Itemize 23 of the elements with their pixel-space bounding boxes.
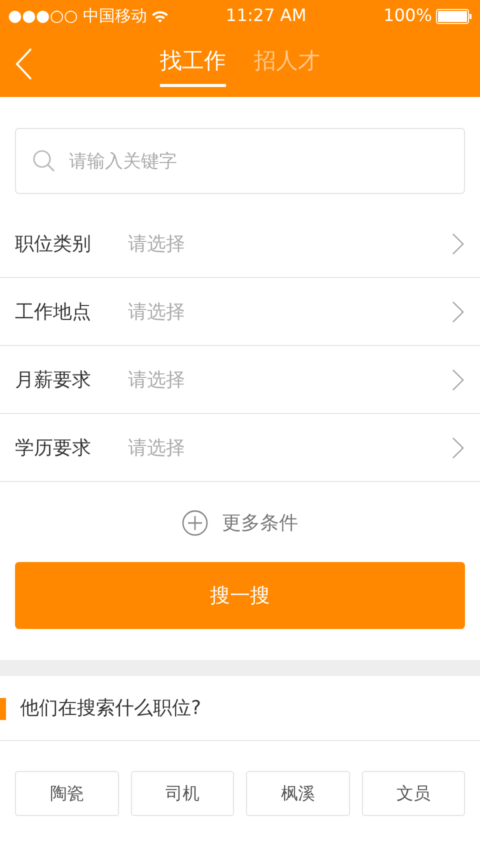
battery-icon bbox=[436, 8, 472, 24]
back-icon[interactable] bbox=[15, 48, 33, 80]
filter-row[interactable]: 职位类别 请选择 bbox=[0, 210, 480, 278]
chevron-icon bbox=[452, 300, 464, 322]
tag-button[interactable]: 枫溪 bbox=[246, 771, 350, 816]
tag-button[interactable]: 司机 bbox=[130, 771, 234, 816]
filter-row[interactable]: 月薪要求 请选择 bbox=[0, 346, 480, 414]
battery-text: 100% bbox=[383, 6, 432, 26]
wifi-icon bbox=[150, 10, 169, 22]
chevron-icon bbox=[452, 436, 464, 458]
plus-circle-icon bbox=[182, 510, 208, 536]
filter-row[interactable]: 工作地点 请选择 bbox=[0, 278, 480, 346]
search-field[interactable]: 请输入关键字 bbox=[15, 128, 465, 194]
carrier-text: ●●●○○ 中国移动 bbox=[8, 6, 147, 26]
tag-button[interactable]: 陶瓷 bbox=[15, 771, 118, 816]
tag-button[interactable]: 文员 bbox=[362, 771, 465, 816]
search-icon bbox=[32, 149, 56, 173]
chevron-icon bbox=[452, 232, 464, 254]
more-conditions-button[interactable]: 更多条件 bbox=[182, 510, 298, 536]
section-title: 他们在搜索什么职位? bbox=[20, 696, 202, 721]
time-text: 11:27 AM bbox=[226, 6, 306, 26]
filter-row[interactable]: 学历要求 请选择 bbox=[0, 414, 480, 482]
chevron-icon bbox=[452, 368, 464, 390]
